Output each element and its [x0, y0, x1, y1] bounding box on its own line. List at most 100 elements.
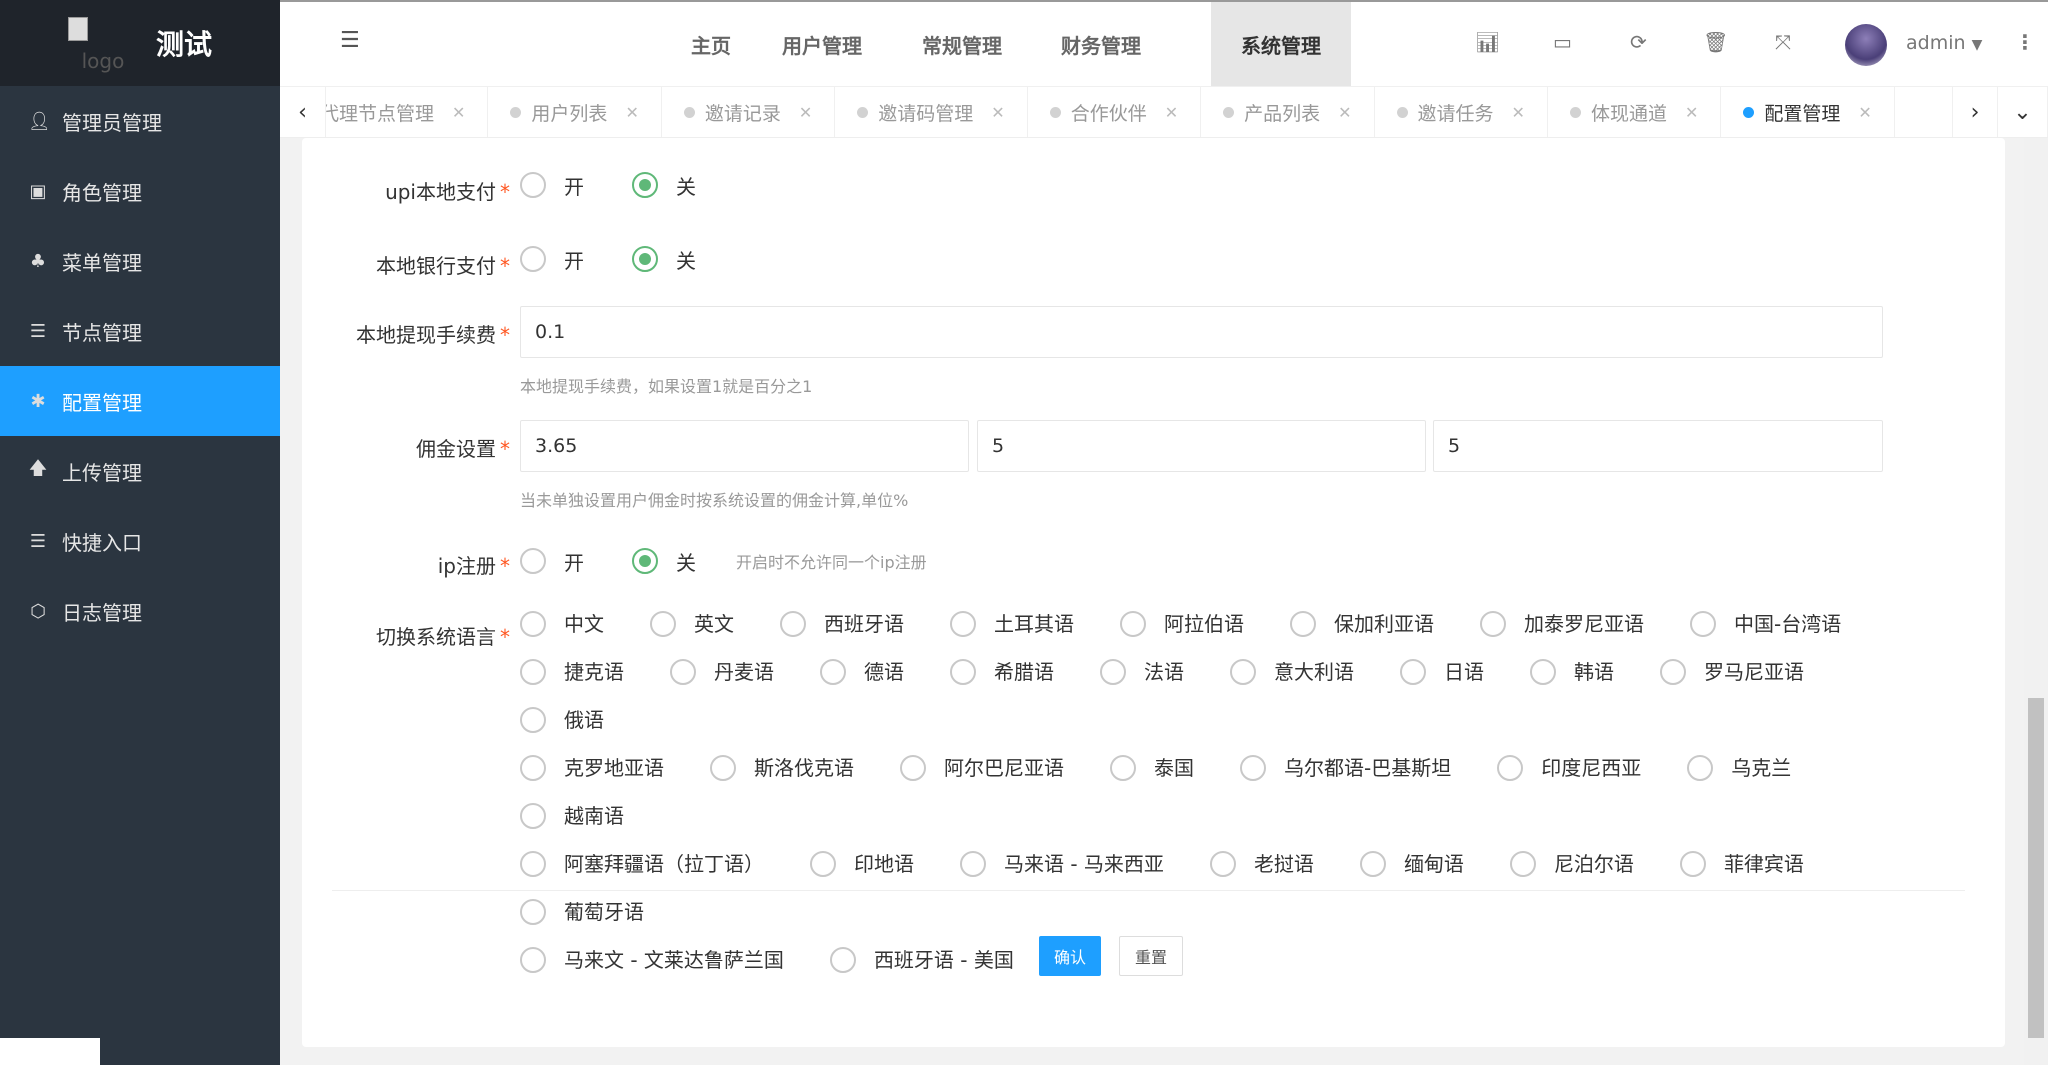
radio-circle [1359, 851, 1386, 877]
avatar[interactable] [1845, 24, 1887, 66]
radio-label: 罗马尼亚语 [1704, 660, 1804, 684]
submit-button[interactable]: 确认 [1039, 936, 1101, 976]
scrollbar[interactable] [2024, 138, 2048, 1065]
user-menu[interactable]: admin ▼ [1906, 32, 1982, 54]
sidebar-item-2[interactable]: ♣ 菜单管理 [0, 226, 280, 296]
close-icon[interactable]: ✕ [1512, 103, 1525, 122]
sidebar-item-5[interactable]: 🡅 上传管理 [0, 436, 280, 506]
reset-button[interactable]: 重置 [1119, 936, 1183, 976]
sidebar-item-3[interactable]: ☰ 节点管理 [0, 296, 280, 366]
nav-item-2[interactable]: 常规管理 [912, 2, 1012, 86]
tab-0[interactable]: 代理节点管理 ✕ [326, 87, 489, 137]
commission-input-1[interactable] [520, 420, 969, 472]
tab-5[interactable]: 产品列表 ✕ [1201, 87, 1375, 137]
tab-1[interactable]: 用户列表 ✕ [488, 87, 662, 137]
logo-image: logo [67, 13, 138, 73]
language-option[interactable]: 尼泊尔语 [1509, 849, 1634, 879]
language-option[interactable]: 中国-台湾语 [1690, 609, 1841, 639]
trash-icon[interactable]: 🗑︎ [1703, 30, 1728, 54]
language-option[interactable]: 罗马尼亚语 [1660, 657, 1804, 687]
sidebar-item-4[interactable]: ✱ 配置管理 [0, 366, 280, 436]
commission-input-3[interactable] [1433, 420, 1883, 472]
bank-radio-off[interactable]: 关 [632, 244, 696, 274]
language-option[interactable]: 马来文 - 文莱达鲁萨兰国 [520, 945, 784, 975]
menu-toggle-icon[interactable]: ☰ [340, 28, 360, 53]
nav-item-0[interactable]: 主页 [661, 2, 761, 86]
nav-item-1[interactable]: 用户管理 [772, 2, 872, 86]
radio-label: 英文 [694, 612, 734, 636]
tab-8[interactable]: 配置管理 ✕ [1721, 87, 1895, 137]
language-option[interactable]: 意大利语 [1230, 657, 1354, 687]
language-option[interactable]: 德语 [820, 657, 904, 687]
fee-input[interactable] [520, 306, 1883, 358]
ip-radio-off[interactable]: 关 [632, 546, 696, 576]
tab-dot [510, 106, 522, 118]
sidebar-item-6[interactable]: ☰ 快捷入口 [0, 506, 280, 576]
tab-next-button[interactable]: › [1952, 87, 1998, 137]
close-icon[interactable]: ✕ [799, 103, 812, 122]
fullscreen-icon[interactable]: ⤧ [1775, 30, 1791, 54]
nav-item-4[interactable]: 系统管理 [1211, 2, 1351, 86]
tab-2[interactable]: 邀请记录 ✕ [662, 87, 836, 137]
language-option[interactable]: 乌克兰 [1687, 753, 1791, 783]
card-icon[interactable]: ▭ [1553, 30, 1572, 54]
tab-6[interactable]: 邀请任务 ✕ [1375, 87, 1548, 137]
bank-radio-on[interactable]: 开 [520, 244, 584, 274]
language-option[interactable]: 越南语 [520, 801, 624, 831]
language-option[interactable]: 西班牙语 [780, 609, 904, 639]
language-option[interactable]: 印度尼西亚 [1497, 753, 1641, 783]
sidebar-item-7[interactable]: ⬡ 日志管理 [0, 576, 280, 646]
language-option[interactable]: 希腊语 [950, 657, 1054, 687]
ip-radio-on[interactable]: 开 [520, 546, 584, 576]
language-option[interactable]: 克罗地亚语 [520, 753, 664, 783]
language-option[interactable]: 法语 [1100, 657, 1184, 687]
close-icon[interactable]: ✕ [1165, 103, 1178, 122]
tab-prev-button[interactable]: ‹ [280, 87, 326, 137]
tab-menu-button[interactable]: ⌄ [1998, 87, 2048, 137]
close-icon[interactable]: ✕ [991, 103, 1004, 122]
close-icon[interactable]: ✕ [1338, 103, 1351, 122]
language-option[interactable]: 加泰罗尼亚语 [1480, 609, 1644, 639]
commission-input-2[interactable] [977, 420, 1426, 472]
sidebar-item-1[interactable]: ▣ 角色管理 [0, 156, 280, 226]
close-icon[interactable]: ✕ [625, 103, 638, 122]
language-option[interactable]: 丹麦语 [670, 657, 774, 687]
language-option[interactable]: 保加利亚语 [1290, 609, 1434, 639]
language-option[interactable]: 阿拉伯语 [1120, 609, 1244, 639]
upi-radio-off[interactable]: 关 [632, 170, 696, 200]
sidebar-item-0[interactable]: 👤︎ 管理员管理 [0, 86, 280, 156]
close-icon[interactable]: ✕ [1685, 103, 1698, 122]
radio-label: 开 [564, 174, 584, 199]
scrollbar-thumb[interactable] [2028, 698, 2044, 1038]
tab-7[interactable]: 体现通道 ✕ [1548, 87, 1722, 137]
refresh-icon[interactable]: ⟳ [1630, 30, 1647, 54]
language-option[interactable]: 泰国 [1110, 753, 1194, 783]
language-option[interactable]: 英文 [650, 609, 734, 639]
language-option[interactable]: 日语 [1400, 657, 1484, 687]
language-option[interactable]: 阿塞拜疆语（拉丁语） [520, 849, 764, 879]
language-option[interactable]: 土耳其语 [950, 609, 1074, 639]
upi-radio-on[interactable]: 开 [520, 170, 584, 200]
language-option[interactable]: 马来语 - 马来西亚 [960, 849, 1164, 879]
nav-item-3[interactable]: 财务管理 [1051, 2, 1151, 86]
language-option[interactable]: 捷克语 [520, 657, 624, 687]
language-option[interactable]: 中文 [520, 609, 604, 639]
tab-4[interactable]: 合作伙伴 ✕ [1028, 87, 1202, 137]
language-option[interactable]: 缅甸语 [1359, 849, 1464, 879]
language-option[interactable]: 俄语 [520, 705, 604, 735]
language-option[interactable]: 斯洛伐克语 [710, 753, 854, 783]
radio-label: 老挝语 [1253, 852, 1314, 876]
more-icon[interactable]: ⋮ [2015, 30, 2035, 54]
close-icon[interactable]: ✕ [452, 103, 465, 122]
language-option[interactable]: 菲律宾语 [1679, 849, 1804, 879]
language-option[interactable]: 印地语 [810, 849, 914, 879]
tab-3[interactable]: 邀请码管理 ✕ [835, 87, 1028, 137]
language-option[interactable]: 乌尔都语-巴基斯坦 [1240, 753, 1451, 783]
language-option[interactable]: 阿尔巴尼亚语 [900, 753, 1064, 783]
language-option[interactable]: 韩语 [1530, 657, 1614, 687]
language-option[interactable]: 西班牙语 - 美国 [829, 945, 1014, 975]
chart-icon[interactable]: 📊︎ [1475, 30, 1500, 54]
close-icon[interactable]: ✕ [1858, 103, 1871, 122]
language-option[interactable]: 葡萄牙语 [520, 897, 644, 927]
language-option[interactable]: 老挝语 [1209, 849, 1314, 879]
